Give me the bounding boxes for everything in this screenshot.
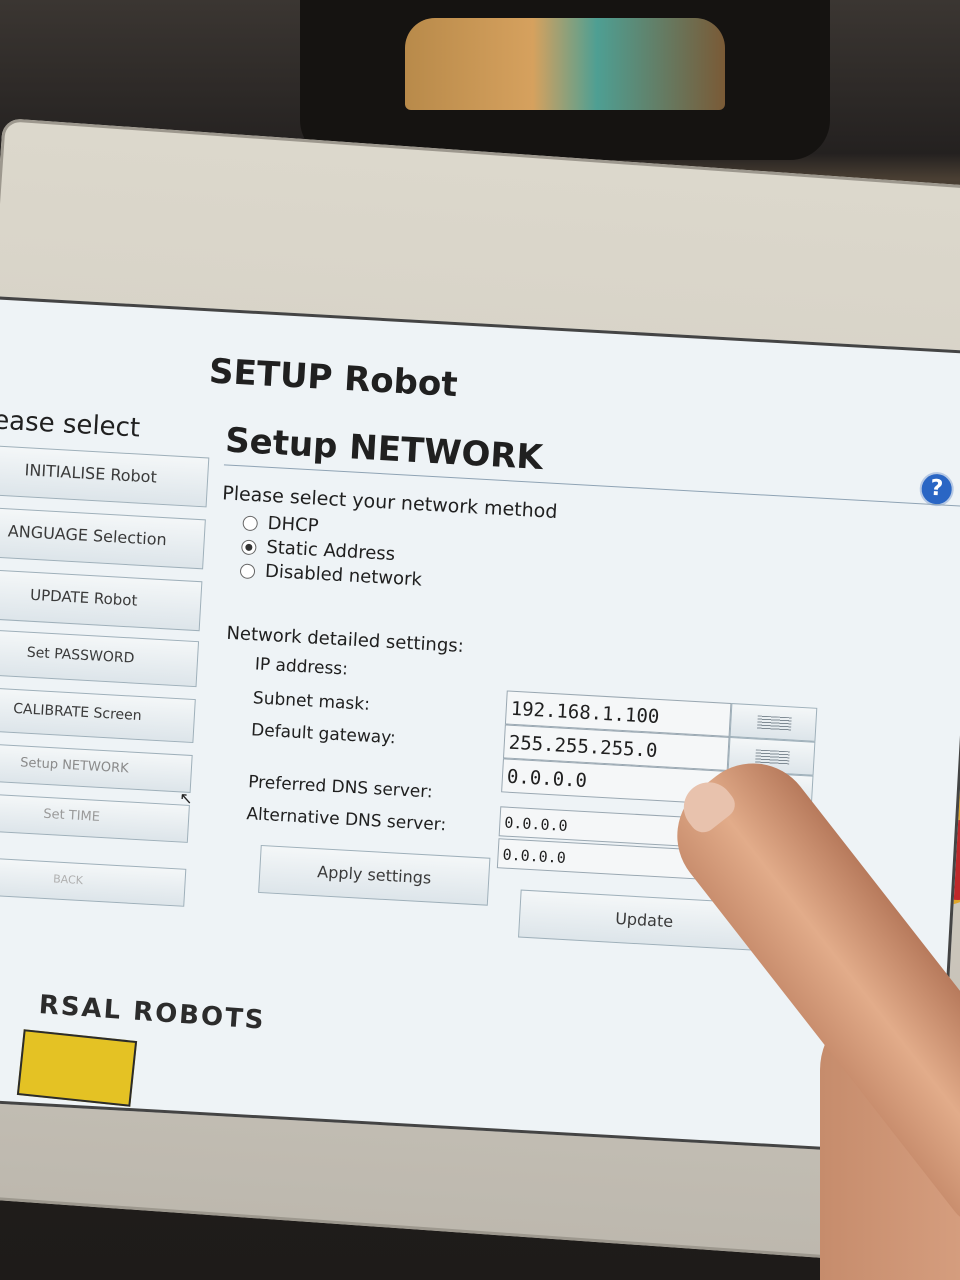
sidebar-item-calibrate[interactable]: CALIBRATE Screen	[0, 685, 196, 744]
subnet-mask-label: Subnet mask:	[252, 688, 371, 715]
ip-address-keyboard-button[interactable]	[729, 703, 818, 742]
sidebar-item-password[interactable]: Set PASSWORD	[0, 628, 200, 688]
radio-dhcp-label: DHCP	[267, 512, 320, 537]
sidebar-item-language[interactable]: ANGUAGE Selection	[0, 506, 206, 570]
default-gateway-label: Default gateway:	[250, 720, 397, 749]
radio-static-indicator[interactable]	[240, 538, 257, 555]
radio-disabled-label: Disabled network	[264, 560, 423, 591]
sidebar-item-initialise[interactable]: INITIALISE Robot	[0, 444, 210, 508]
photo-backdrop: SETUP Robot ? lease select INITIALISE Ro…	[0, 0, 960, 1280]
radio-static-label: Static Address	[265, 536, 396, 565]
radio-disabled-indicator[interactable]	[239, 562, 256, 579]
preferred-dns-label: Preferred DNS server:	[247, 772, 434, 803]
ip-address-label: IP address:	[254, 654, 349, 680]
sidebar-item-back[interactable]: BACK	[0, 855, 187, 907]
radio-dhcp-indicator[interactable]	[242, 514, 259, 531]
machine-window	[405, 18, 725, 110]
warning-sticker	[16, 1029, 138, 1107]
sidebar-item-time[interactable]: Set TIME	[0, 791, 190, 843]
details-title: Network detailed settings:	[225, 622, 465, 657]
sidebar-item-update[interactable]: UPDATE Robot	[0, 568, 203, 632]
help-icon[interactable]: ?	[918, 471, 955, 508]
section-title: Setup NETWORK	[224, 420, 544, 479]
apply-settings-button[interactable]: Apply settings	[258, 844, 491, 906]
keyboard-icon	[756, 715, 792, 732]
sidebar-item-network[interactable]: Setup NETWORK	[0, 741, 193, 793]
radio-disabled[interactable]: Disabled network	[239, 559, 423, 591]
alternative-dns-label: Alternative DNS server:	[245, 804, 447, 836]
mouse-cursor-icon: ↖	[178, 788, 194, 809]
radio-dhcp[interactable]: DHCP	[242, 511, 320, 537]
app-title: SETUP Robot	[208, 351, 459, 406]
sidebar-title: lease select	[0, 404, 141, 444]
